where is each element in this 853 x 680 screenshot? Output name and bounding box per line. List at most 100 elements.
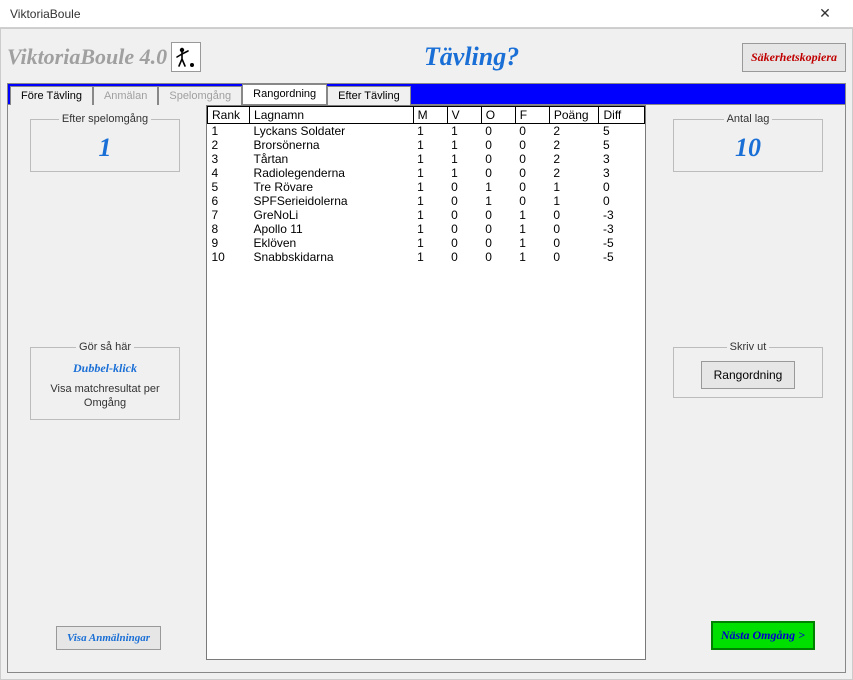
tab-rangordning[interactable]: Rangordning: [242, 84, 327, 104]
close-icon: ✕: [819, 5, 831, 22]
header-row: ViktoriaBoule 4.0 Tävling? Säkerhetskopi…: [7, 35, 846, 79]
howto-text: Visa matchresultat per Omgång: [39, 382, 171, 411]
cell-rank: 2: [208, 138, 250, 152]
cell-v: 0: [447, 194, 481, 208]
cell-rank: 6: [208, 194, 250, 208]
cell-v: 1: [447, 138, 481, 152]
tab-fore-tavling[interactable]: Före Tävling: [10, 86, 93, 105]
th-v[interactable]: V: [447, 107, 481, 124]
table-row[interactable]: 3Tårtan110023: [208, 152, 645, 166]
cell-poang: 1: [549, 194, 599, 208]
cell-o: 1: [481, 180, 515, 194]
table-row[interactable]: 9Eklöven10010-5: [208, 236, 645, 250]
cell-v: 0: [447, 222, 481, 236]
cell-diff: 3: [599, 166, 645, 180]
cell-rank: 9: [208, 236, 250, 250]
team-count-groupbox: Antal lag 10: [673, 113, 823, 172]
cell-diff: 5: [599, 138, 645, 152]
cell-m: 1: [413, 222, 447, 236]
page-title: Tävling?: [201, 42, 742, 72]
cell-o: 0: [481, 124, 515, 139]
cell-m: 1: [413, 138, 447, 152]
th-rank[interactable]: Rank: [208, 107, 250, 124]
round-value: 1: [39, 133, 171, 163]
close-button[interactable]: ✕: [805, 3, 845, 25]
cell-name: Snabbskidarna: [250, 250, 414, 264]
cell-poang: 0: [549, 250, 599, 264]
cell-m: 1: [413, 236, 447, 250]
table-row[interactable]: 4Radiolegenderna110023: [208, 166, 645, 180]
th-diff[interactable]: Diff: [599, 107, 645, 124]
cell-diff: -3: [599, 222, 645, 236]
cell-name: Tre Rövare: [250, 180, 414, 194]
cell-poang: 0: [549, 236, 599, 250]
ranking-table[interactable]: Rank Lagnamn M V O F Poäng Diff 1Lyckans…: [207, 106, 645, 264]
cell-rank: 7: [208, 208, 250, 222]
cell-f: 0: [515, 124, 549, 139]
tab-anmalan[interactable]: Anmälan: [93, 86, 158, 105]
cell-o: 1: [481, 194, 515, 208]
cell-name: Radiolegenderna: [250, 166, 414, 180]
cell-diff: 5: [599, 124, 645, 139]
table-row[interactable]: 7GreNoLi10010-3: [208, 208, 645, 222]
th-name[interactable]: Lagnamn: [250, 107, 414, 124]
th-o[interactable]: O: [481, 107, 515, 124]
cell-o: 0: [481, 222, 515, 236]
app-title-area: ViktoriaBoule 4.0: [7, 42, 201, 72]
cell-o: 0: [481, 138, 515, 152]
cell-poang: 2: [549, 124, 599, 139]
tabstrip: Före Tävling Anmälan Spelomgång Rangordn…: [7, 83, 846, 105]
cell-f: 1: [515, 208, 549, 222]
cell-poang: 2: [549, 138, 599, 152]
table-row[interactable]: 10Snabbskidarna10010-5: [208, 250, 645, 264]
cell-v: 0: [447, 250, 481, 264]
cell-v: 1: [447, 166, 481, 180]
next-round-button[interactable]: Nästa Omgång >: [711, 621, 815, 650]
cell-diff: -5: [599, 236, 645, 250]
cell-f: 0: [515, 180, 549, 194]
th-f[interactable]: F: [515, 107, 549, 124]
cell-v: 1: [447, 124, 481, 139]
cell-rank: 5: [208, 180, 250, 194]
show-registrations-button[interactable]: Visa Anmälningar: [56, 626, 161, 650]
app-frame: ViktoriaBoule 4.0 Tävling? Säkerhetskopi…: [0, 28, 853, 680]
cell-f: 0: [515, 194, 549, 208]
table-row[interactable]: 6SPFSerieidolerna101010: [208, 194, 645, 208]
cell-m: 1: [413, 166, 447, 180]
window-title: ViktoriaBoule: [10, 7, 81, 21]
cell-diff: 0: [599, 194, 645, 208]
tab-efter-tavling[interactable]: Efter Tävling: [327, 86, 411, 105]
cell-o: 0: [481, 166, 515, 180]
th-m[interactable]: M: [413, 107, 447, 124]
tab-spelomgang[interactable]: Spelomgång: [158, 86, 242, 105]
cell-m: 1: [413, 152, 447, 166]
cell-v: 0: [447, 236, 481, 250]
cell-o: 0: [481, 250, 515, 264]
cell-f: 0: [515, 138, 549, 152]
cell-m: 1: [413, 194, 447, 208]
table-row[interactable]: 8Apollo 1110010-3: [208, 222, 645, 236]
cell-f: 1: [515, 250, 549, 264]
print-legend: Skriv ut: [727, 341, 770, 353]
cell-rank: 4: [208, 166, 250, 180]
table-row[interactable]: 2Brorsönerna110025: [208, 138, 645, 152]
cell-rank: 10: [208, 250, 250, 264]
cell-poang: 0: [549, 208, 599, 222]
howto-groupbox: Gör så här Dubbel-klick Visa matchresult…: [30, 341, 180, 420]
content-area: Efter spelomgång 1 Gör så här Dubbel-kli…: [7, 105, 846, 673]
th-poang[interactable]: Poäng: [549, 107, 599, 124]
print-groupbox: Skriv ut Rangordning: [673, 341, 823, 398]
cell-m: 1: [413, 250, 447, 264]
round-legend: Efter spelomgång: [59, 113, 151, 125]
backup-button[interactable]: Säkerhetskopiera: [742, 43, 846, 72]
cell-m: 1: [413, 180, 447, 194]
table-row[interactable]: 1Lyckans Soldater110025: [208, 124, 645, 139]
cell-rank: 1: [208, 124, 250, 139]
round-groupbox: Efter spelomgång 1: [30, 113, 180, 172]
sport-icon: [171, 42, 201, 72]
print-ranking-button[interactable]: Rangordning: [701, 361, 796, 389]
cell-name: Lyckans Soldater: [250, 124, 414, 139]
table-row[interactable]: 5Tre Rövare101010: [208, 180, 645, 194]
cell-poang: 0: [549, 222, 599, 236]
cell-o: 0: [481, 236, 515, 250]
